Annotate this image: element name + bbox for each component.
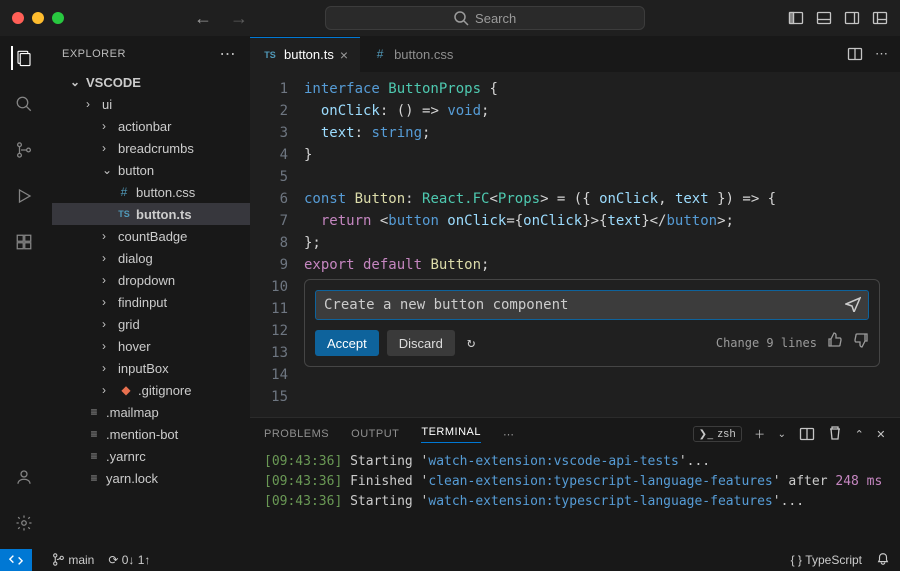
folder-countbadge[interactable]: ›countBadge bbox=[52, 225, 250, 247]
status-bar: main ⟳ 0↓ 1↑ { } TypeScript bbox=[0, 549, 900, 571]
panel-tab-output[interactable]: OUTPUT bbox=[351, 428, 399, 440]
file-mailmap[interactable]: ≡.mailmap bbox=[52, 401, 250, 423]
line-gutter: 1 2 3 4 5 6 7 8 9 10 11 12 13 14 15 bbox=[250, 72, 304, 417]
source-control-view-icon[interactable] bbox=[12, 138, 36, 162]
extensions-view-icon[interactable] bbox=[12, 230, 36, 254]
nav-back-icon[interactable]: ← bbox=[194, 8, 212, 29]
panel-tab-problems[interactable]: PROBLEMS bbox=[264, 428, 329, 440]
folder-breadcrumbs[interactable]: ›breadcrumbs bbox=[52, 137, 250, 159]
folder-ui[interactable]: ›ui bbox=[52, 93, 250, 115]
search-placeholder: Search bbox=[475, 11, 516, 26]
layout-panel-icon[interactable] bbox=[816, 10, 832, 26]
accept-button[interactable]: Accept bbox=[315, 330, 379, 356]
settings-gear-icon[interactable] bbox=[12, 511, 36, 535]
layout-sidebar-right-icon[interactable] bbox=[844, 10, 860, 26]
window-controls bbox=[12, 12, 64, 24]
thumbs-up-icon[interactable] bbox=[827, 332, 843, 355]
bottom-panel: PROBLEMS OUTPUT TERMINAL ⋯ ❯_zsh ＋ ⌄ ⌃ ✕ bbox=[250, 417, 900, 549]
css-file-icon: # bbox=[116, 184, 132, 200]
regenerate-icon[interactable]: ↻ bbox=[467, 332, 475, 354]
language-mode[interactable]: { } TypeScript bbox=[791, 553, 862, 567]
file-mention-bot[interactable]: ≡.mention-bot bbox=[52, 423, 250, 445]
kill-terminal-icon[interactable] bbox=[827, 425, 843, 444]
minimize-window-icon[interactable] bbox=[32, 12, 44, 24]
search-view-icon[interactable] bbox=[12, 92, 36, 116]
folder-findinput[interactable]: ›findinput bbox=[52, 291, 250, 313]
folder-hover[interactable]: ›hover bbox=[52, 335, 250, 357]
inline-chat: Accept Discard ↻ Change 9 lines bbox=[304, 279, 880, 367]
inline-chat-input[interactable] bbox=[315, 290, 869, 320]
file-button-ts[interactable]: TSbutton.ts bbox=[52, 203, 250, 225]
folder-dialog[interactable]: ›dialog bbox=[52, 247, 250, 269]
editor-area: TS button.ts × # button.css ⋯ 1 2 3 4 5 … bbox=[250, 36, 900, 549]
file-button-css[interactable]: #button.css bbox=[52, 181, 250, 203]
folder-actionbar[interactable]: ›actionbar bbox=[52, 115, 250, 137]
ts-file-icon: TS bbox=[116, 206, 132, 222]
remote-indicator[interactable] bbox=[0, 549, 32, 571]
folder-dropdown[interactable]: ›dropdown bbox=[52, 269, 250, 291]
sidebar-title: EXPLORER bbox=[62, 48, 126, 60]
split-editor-icon[interactable] bbox=[847, 46, 863, 62]
customize-layout-icon[interactable] bbox=[872, 10, 888, 26]
tab-button-ts[interactable]: TS button.ts × bbox=[250, 37, 360, 72]
code-content[interactable]: interface ButtonProps { onClick: () => v… bbox=[304, 72, 900, 417]
file-icon: ≡ bbox=[86, 470, 102, 486]
terminal-output[interactable]: [09:43:36] Starting 'watch-extension:vsc… bbox=[250, 450, 900, 549]
file-icon: ≡ bbox=[86, 404, 102, 420]
sidebar-more-icon[interactable]: ⋯ bbox=[220, 44, 237, 64]
folder-grid[interactable]: ›grid bbox=[52, 313, 250, 335]
close-tab-icon[interactable]: × bbox=[340, 47, 348, 63]
search-icon bbox=[453, 10, 469, 26]
tab-button-css[interactable]: # button.css bbox=[360, 37, 465, 72]
split-terminal-icon[interactable] bbox=[799, 426, 815, 442]
nav-forward-icon[interactable]: → bbox=[230, 8, 248, 29]
run-debug-view-icon[interactable] bbox=[12, 184, 36, 208]
title-bar: ← → Search bbox=[0, 0, 900, 36]
close-panel-icon[interactable]: ✕ bbox=[876, 428, 886, 441]
maximize-window-icon[interactable] bbox=[52, 12, 64, 24]
file-gitignore[interactable]: ›◆.gitignore bbox=[52, 379, 250, 401]
close-window-icon[interactable] bbox=[12, 12, 24, 24]
ts-file-icon: TS bbox=[262, 47, 278, 63]
tree-root[interactable]: ⌄VSCODE bbox=[52, 71, 250, 93]
notifications-icon[interactable] bbox=[876, 552, 890, 569]
thumbs-down-icon[interactable] bbox=[853, 332, 869, 355]
sidebar: EXPLORER ⋯ ⌄VSCODE ›ui ›actionbar ›bread… bbox=[48, 36, 250, 549]
maximize-panel-icon[interactable]: ⌃ bbox=[855, 428, 865, 441]
accounts-icon[interactable] bbox=[12, 465, 36, 489]
file-icon: ≡ bbox=[86, 448, 102, 464]
css-file-icon: # bbox=[372, 46, 388, 62]
sync-status[interactable]: ⟳ 0↓ 1↑ bbox=[108, 553, 150, 567]
file-icon: ≡ bbox=[86, 426, 102, 442]
change-status: Change 9 lines bbox=[716, 332, 817, 354]
command-center[interactable]: Search bbox=[325, 6, 645, 30]
git-file-icon: ◆ bbox=[118, 382, 134, 398]
new-terminal-icon[interactable]: ＋ bbox=[754, 426, 766, 442]
terminal-dropdown-icon[interactable]: ⌄ bbox=[778, 429, 787, 440]
git-branch[interactable]: main bbox=[52, 553, 94, 567]
folder-inputbox[interactable]: ›inputBox bbox=[52, 357, 250, 379]
editor-more-icon[interactable]: ⋯ bbox=[875, 46, 888, 62]
file-tree: ⌄VSCODE ›ui ›actionbar ›breadcrumbs ⌄but… bbox=[48, 71, 250, 489]
layout-sidebar-left-icon[interactable] bbox=[788, 10, 804, 26]
panel-more-icon[interactable]: ⋯ bbox=[503, 428, 515, 441]
folder-button[interactable]: ⌄button bbox=[52, 159, 250, 181]
panel-tab-terminal[interactable]: TERMINAL bbox=[421, 426, 481, 443]
explorer-view-icon[interactable] bbox=[11, 46, 35, 70]
file-yarn-lock[interactable]: ≡yarn.lock bbox=[52, 467, 250, 489]
file-yarnrc[interactable]: ≡.yarnrc bbox=[52, 445, 250, 467]
activity-bar bbox=[0, 36, 48, 549]
discard-button[interactable]: Discard bbox=[387, 330, 455, 356]
editor-tabs: TS button.ts × # button.css ⋯ bbox=[250, 36, 900, 72]
send-icon[interactable] bbox=[845, 296, 861, 319]
terminal-shell-selector[interactable]: ❯_zsh bbox=[693, 426, 743, 442]
